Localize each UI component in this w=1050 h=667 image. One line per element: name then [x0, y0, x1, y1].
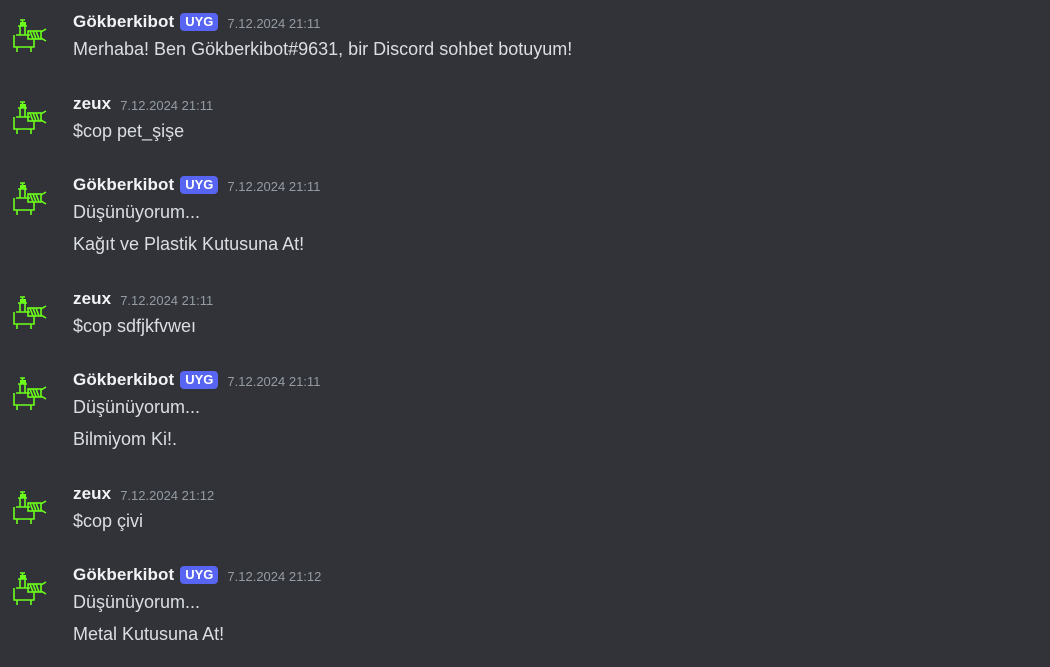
message-text: Merhaba! Ben Gökberkibot#9631, bir Disco…	[73, 39, 573, 59]
username[interactable]: zeux	[73, 94, 111, 114]
message-text: Kağıt ve Plastik Kutusuna At!	[73, 234, 305, 254]
username[interactable]: Gökberkibot	[73, 12, 174, 32]
username[interactable]: Gökberkibot	[73, 370, 174, 390]
username[interactable]: zeux	[73, 289, 111, 309]
app-badge: UYG	[180, 371, 219, 389]
avatar-icon[interactable]	[8, 372, 50, 414]
avatar-icon[interactable]	[8, 291, 50, 333]
message-text: $cop sdfjkfvweı	[73, 316, 197, 336]
message-text: Bilmiyom Ki!.	[73, 429, 178, 449]
chat-messages: Gökberkibot UYG 7.12.2024 21:11 Merhaba!…	[0, 0, 1050, 667]
avatar-icon[interactable]	[8, 486, 50, 528]
timestamp[interactable]: 7.12.2024 21:12	[227, 569, 321, 584]
timestamp[interactable]: 7.12.2024 21:11	[227, 16, 320, 31]
timestamp[interactable]: 7.12.2024 21:11	[227, 179, 320, 194]
app-badge: UYG	[180, 176, 219, 194]
message-text: Düşünüyorum...	[73, 397, 201, 417]
username[interactable]: Gökberkibot	[73, 565, 174, 585]
message-text: Düşünüyorum...	[73, 592, 201, 612]
app-badge: UYG	[180, 13, 219, 31]
timestamp[interactable]: 7.12.2024 21:11	[120, 98, 213, 113]
message-text: Düşünüyorum...	[73, 202, 201, 222]
timestamp[interactable]: 7.12.2024 21:12	[120, 488, 214, 503]
message-text: $cop çivi	[73, 511, 144, 531]
timestamp[interactable]: 7.12.2024 21:11	[227, 374, 320, 389]
app-badge: UYG	[180, 566, 219, 584]
avatar-icon[interactable]	[8, 567, 50, 609]
message-text: Metal Kutusuna At!	[73, 624, 225, 644]
username[interactable]: Gökberkibot	[73, 175, 174, 195]
username[interactable]: zeux	[73, 484, 111, 504]
avatar-icon[interactable]	[8, 96, 50, 138]
avatar-icon[interactable]	[8, 14, 50, 56]
avatar-icon[interactable]	[8, 177, 50, 219]
timestamp[interactable]: 7.12.2024 21:11	[120, 293, 213, 308]
message-text: $cop pet_şişe	[73, 121, 185, 141]
